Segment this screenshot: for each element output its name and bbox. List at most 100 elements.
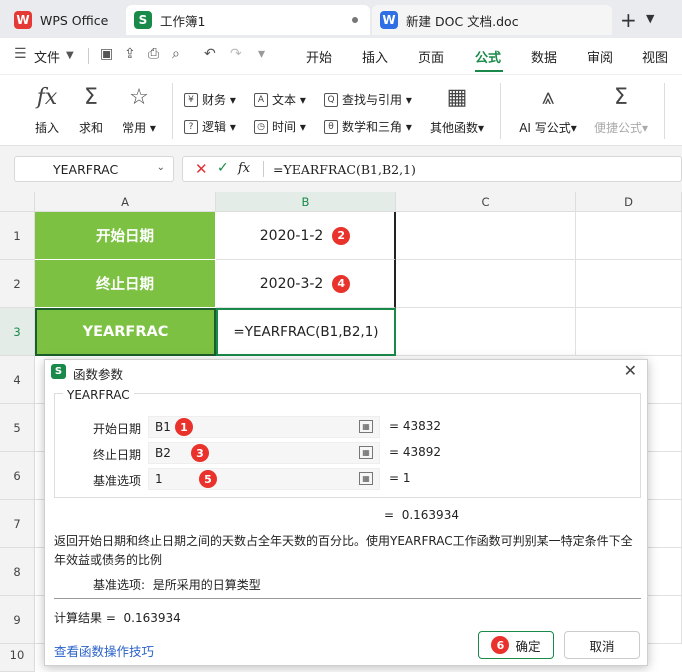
check-icon[interactable]: ✓ [217,160,229,176]
menu-item-insert[interactable]: 插入 [362,47,388,66]
range-picker-icon[interactable]: ▦ [359,472,373,485]
range-picker-icon[interactable]: ▦ [359,446,373,459]
menu-item-review[interactable]: 审阅 [587,47,613,66]
column-header-d[interactable]: D [576,192,682,212]
menu-item-page[interactable]: 页面 [418,47,444,66]
cell-b2[interactable]: 2020-3-2 4 [216,260,396,308]
formula-bar: YEARFRAC ⌄ ✕ ✓ fx =YEARFRAC(B1,B2,1) [0,146,682,192]
time-button[interactable]: ◷ 时间 ▾ [254,118,306,135]
row-header-10[interactable]: 10 [0,644,35,672]
logic-icon: ? [184,119,198,134]
tab-label: 新建 DOC 文档.doc [406,13,519,29]
row-header-3[interactable]: 3 [0,308,35,356]
function-arguments-dialog: S 函数参数 ✕ YEARFRAC 开始日期 B1 1 ▦ = 43832 终止… [44,359,648,666]
row-header-2[interactable]: 2 [0,260,35,308]
ai-formula-button[interactable]: ⩓ AI 写公式▾ [518,83,578,136]
param-input-start-date[interactable]: B1 1 ▦ [148,416,380,438]
step-badge: 1 [175,418,193,436]
cell-a3[interactable]: YEARFRAC [35,308,216,356]
column-header-c[interactable]: C [396,192,576,212]
lookup-button[interactable]: Q 查找与引用 ▾ [324,91,412,108]
new-tab-icon[interactable]: + [620,8,637,32]
text-button[interactable]: A 文本 ▾ [254,91,306,108]
row-header-5[interactable]: 5 [0,404,35,452]
tab-bar: W WPS Office S 工作簿1 W 新建 DOC 文档.doc + ▼ [0,0,682,38]
row-header-7[interactable]: 7 [0,500,35,548]
menu-item-data[interactable]: 数据 [531,47,557,66]
cell-c2[interactable] [396,260,576,308]
column-header-b[interactable]: B [216,192,396,212]
cancel-button[interactable]: 取消 [564,631,640,659]
row-header-1[interactable]: 1 [0,212,35,260]
cell-a1[interactable]: 开始日期 [35,212,216,260]
menu-icon[interactable]: ☰ [14,46,27,62]
chevron-down-icon[interactable]: ▼ [646,12,654,25]
row-header-8[interactable]: 8 [0,548,35,596]
cell-d2[interactable] [576,260,682,308]
cell-b1[interactable]: 2020-1-2 2 [216,212,396,260]
cancel-icon[interactable]: ✕ [195,160,208,178]
menu-item-view[interactable]: 视图 [642,47,668,66]
save-icon[interactable]: ▣ [100,46,113,62]
select-all-corner[interactable] [0,192,35,212]
tab-doc[interactable]: W 新建 DOC 文档.doc [372,5,612,35]
sheet-icon: S [51,364,66,379]
close-icon[interactable]: ✕ [624,361,637,380]
logic-button[interactable]: ? 逻辑 ▾ [184,118,236,135]
cell-c3[interactable] [396,308,576,356]
sigma-plus-icon: Σ [614,85,628,110]
chevron-down-icon[interactable]: ▼ [66,50,74,61]
undo-icon[interactable]: ↶ [204,46,216,62]
tab-label: WPS Office [40,12,109,28]
autosum-button[interactable]: Σ 求和 [70,83,112,136]
text-icon: A [254,92,268,107]
common-functions-button[interactable]: ☆ 常用 ▾ [118,83,160,136]
param-result-basis: = 1 [389,471,411,485]
help-link[interactable]: 查看函数操作技巧 [54,641,154,660]
chevron-down-icon[interactable]: ▾ [258,46,265,62]
function-name: YEARFRAC [63,388,134,402]
name-box[interactable]: YEARFRAC ⌄ [14,156,174,182]
other-functions-button[interactable]: ▦ 其他函数▾ [426,83,488,136]
tab-wps-office[interactable]: W WPS Office [6,5,122,35]
cell-a2[interactable]: 终止日期 [35,260,216,308]
param-input-basis[interactable]: 1 5 ▦ [148,468,380,490]
step-badge: 5 [199,470,217,488]
menu-file[interactable]: 文件 [34,47,60,66]
row-header-9[interactable]: 9 [0,596,35,644]
ok-button[interactable]: 6 确定 [478,631,554,659]
print-icon[interactable]: ⎙ [148,46,159,62]
param-label-start-date: 开始日期 [93,422,142,436]
column-header-a[interactable]: A [35,192,216,212]
param-input-end-date[interactable]: B2 3 ▦ [148,442,380,464]
range-picker-icon[interactable]: ▦ [359,420,373,433]
dialog-titlebar: S 函数参数 ✕ [45,360,647,384]
formula-input-area[interactable]: ✕ ✓ fx =YEARFRAC(B1,B2,1) [182,156,682,182]
step-badge: 6 [491,636,510,654]
calc-result: 计算结果 = 0.163934 [54,611,181,625]
formula-text[interactable]: =YEARFRAC(B1,B2,1) [273,162,416,177]
insert-function-button[interactable]: fx 插入 [26,83,68,136]
step-badge: 4 [332,274,351,293]
cell-d3[interactable] [576,308,682,356]
menu-item-home[interactable]: 开始 [306,47,332,66]
function-description: 返回开始日期和终止日期之间的天数占全年天数的百分比。使用YEARFRAC工作函数… [54,534,633,567]
redo-icon[interactable]: ↷ [230,46,242,62]
chevron-down-icon[interactable]: ⌄ [157,162,165,173]
cell-c1[interactable] [396,212,576,260]
preview-icon[interactable]: ⌕ [172,46,180,62]
formula-result-preview: = 0.163934 [384,508,459,522]
math-button[interactable]: θ 数学和三角 ▾ [324,118,412,135]
menu-item-formula[interactable]: 公式 [475,47,501,66]
finance-button[interactable]: ¥ 财务 ▾ [184,91,236,108]
row-header-6[interactable]: 6 [0,452,35,500]
cell-b3[interactable]: =YEARFRAC(B1,B2,1) [216,308,396,356]
tab-workbook[interactable]: S 工作簿1 [126,5,370,35]
param-result-end-date: = 43892 [389,445,442,459]
dialog-title: 函数参数 [73,367,124,382]
export-icon[interactable]: ⇪ [124,46,136,62]
row-header-4[interactable]: 4 [0,356,35,404]
quick-formula-button[interactable]: Σ 便捷公式▾ [592,83,650,136]
fx-icon[interactable]: fx [238,161,250,176]
cell-d1[interactable] [576,212,682,260]
